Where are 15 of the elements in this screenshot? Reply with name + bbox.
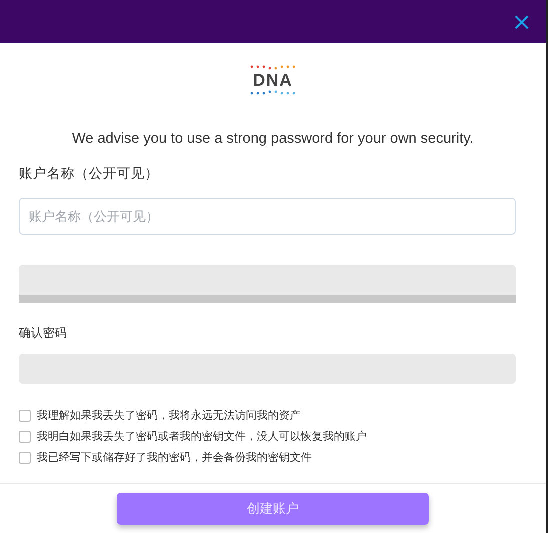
dots-icon	[248, 65, 298, 72]
field-label: 确认密码	[19, 325, 68, 342]
agreement-text: 我已经写下或储存好了我的密码，并会备份我的密钥文件	[37, 450, 312, 465]
intro-text: We advise you to use a strong password for your own security.	[71, 131, 475, 147]
agreement-text: 我明白如果我丢失了密码或者我的密钥文件，没人可以恢复我的账户	[37, 430, 367, 444]
field-label: 账户名称（公开可见）	[19, 165, 160, 183]
agreement-text: 我理解如果我丢失了密码，我将永远无法访问我的资产	[37, 408, 301, 423]
account-name-field[interactable]: 账户名称（公开可见）	[19, 198, 516, 235]
dots-icon	[248, 88, 298, 95]
checkbox[interactable]	[19, 452, 31, 464]
logo-text: DNA	[253, 72, 293, 88]
close-button[interactable]: ×	[512, 10, 532, 34]
password-field[interactable]	[19, 265, 516, 295]
checkbox[interactable]	[19, 430, 31, 442]
checkbox[interactable]	[19, 410, 31, 422]
